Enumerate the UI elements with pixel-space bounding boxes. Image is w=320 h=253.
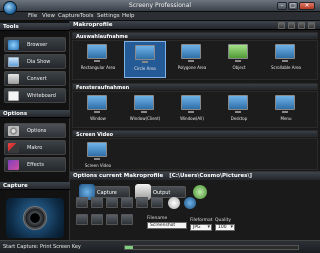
sidebar-item-makro[interactable]: Makro [4, 140, 66, 155]
desktop-mode-icon[interactable] [121, 197, 133, 208]
tile-scrollable-area[interactable]: Scrollable Area [265, 41, 307, 78]
app-window: Screeny Professional – □ ✕ File View Cap… [0, 0, 320, 253]
menu-file[interactable]: File [28, 13, 37, 19]
globe-icon[interactable] [184, 197, 196, 209]
options-header: Options [0, 110, 70, 118]
output-path: [C:\Users\Cosmo\Pictures\] [169, 173, 252, 179]
add-output-icon[interactable] [193, 185, 207, 199]
close-button[interactable]: ✕ [299, 2, 315, 10]
save-icon[interactable] [298, 22, 305, 29]
title-bar[interactable]: Screeny Professional – □ ✕ [0, 0, 320, 12]
menu-settings[interactable]: Settings [97, 13, 120, 19]
group-selection: Rectangular Area Circle Area Polygone Ar… [72, 40, 318, 80]
options-icon [8, 126, 19, 136]
output-button[interactable]: Output [135, 184, 186, 200]
monitor-icon [275, 44, 295, 62]
video-icon[interactable] [151, 197, 163, 208]
print-icon[interactable] [121, 214, 133, 225]
minimize-button[interactable]: – [277, 2, 287, 10]
tile-window[interactable]: Window [77, 92, 119, 129]
monitor-icon [275, 95, 295, 113]
main-panel: Makroprofile Auswahlaufnahme Rectangular… [70, 21, 320, 171]
group-header-windows: Fensteraufnahmen [72, 83, 318, 91]
status-bar: Start Capture: Print Screen Key [0, 240, 320, 253]
convert-icon [8, 74, 19, 84]
group-header-selection: Auswahlaufnahme [72, 32, 318, 40]
ok-monitor-icon [228, 44, 248, 62]
fileformat-select[interactable]: JPG [190, 224, 212, 231]
monitor-icon [87, 95, 107, 113]
tile-polygone-area[interactable]: Polygone Area [171, 41, 213, 78]
tile-rectangular-area[interactable]: Rectangular Area [77, 41, 119, 78]
sidebar-item-effects[interactable]: Effects [4, 157, 66, 172]
capture-header: Capture [0, 182, 70, 190]
menu-tools[interactable]: Tools [80, 13, 94, 19]
maximize-button[interactable]: □ [288, 2, 298, 10]
sidebar-item-whiteboard[interactable]: Whiteboard [4, 88, 66, 103]
tile-circle-area[interactable]: Circle Area [124, 41, 166, 78]
capture-mode-icon[interactable] [76, 197, 88, 208]
tile-window-client[interactable]: Window(Client) [124, 92, 166, 129]
scrollbar[interactable] [124, 245, 299, 250]
menu-capture[interactable]: Capture [58, 13, 80, 19]
tile-desktop[interactable]: Desktop [218, 92, 260, 129]
scroll-thumb[interactable] [125, 246, 133, 249]
quality-select[interactable]: 100 [215, 224, 235, 231]
fileformat-label: Fileformat [190, 218, 213, 223]
format-icon[interactable] [76, 214, 88, 225]
macro-icon [8, 143, 19, 153]
menu-help[interactable]: Help [122, 13, 135, 19]
tile-object[interactable]: Object [218, 41, 260, 78]
menu-view[interactable]: View [42, 13, 55, 19]
tile-screen-video[interactable]: Screen Video [77, 139, 119, 169]
globe-icon [8, 40, 19, 50]
app-logo-icon[interactable] [3, 1, 17, 15]
tile-menu[interactable]: Menu [265, 92, 307, 129]
whiteboard-icon [8, 91, 19, 101]
delete-icon[interactable] [308, 22, 315, 29]
filename-field[interactable]: Screenshot [147, 222, 187, 229]
sidebar-item-options[interactable]: Options [4, 123, 66, 138]
tools-header: Tools [0, 23, 70, 31]
monitor-icon [134, 95, 154, 113]
sidebar-item-convert[interactable]: Convert [4, 71, 66, 86]
group-video: Screen Video [72, 138, 318, 170]
quality-label: Quality [215, 218, 232, 223]
window-mode-icon[interactable] [91, 197, 103, 208]
region-mode-icon[interactable] [106, 197, 118, 208]
sidebar-item-dia-show[interactable]: Dia Show [4, 54, 66, 69]
capture-camera-icon[interactable] [6, 198, 64, 238]
status-text: Start Capture: Print Screen Key [3, 244, 81, 250]
folder-icon[interactable] [106, 214, 118, 225]
monitor-icon [87, 44, 107, 62]
sidebar-item-browser[interactable]: Browser [4, 37, 66, 52]
menu-bar: File View Capture Tools Settings Help [0, 12, 320, 21]
options-header: Options current Makroprofile [C:\Users\C… [70, 172, 320, 180]
effects-icon [8, 160, 19, 170]
group-header-video: Screen Video [72, 130, 318, 138]
window-title: Screeny Professional [128, 2, 192, 9]
monitor-icon [228, 95, 248, 113]
main-title: Makroprofile [73, 22, 113, 28]
image-icon[interactable] [136, 197, 148, 208]
settings-icon[interactable] [288, 22, 295, 29]
tile-window-all[interactable]: Window(All) [171, 92, 213, 129]
monitor-icon [87, 142, 107, 160]
camera-lens-icon [23, 206, 47, 230]
clock-icon[interactable] [168, 197, 180, 209]
slideshow-icon [8, 57, 19, 67]
main-header: Makroprofile [70, 21, 320, 30]
monitor-icon [181, 44, 201, 62]
edit-icon[interactable] [91, 214, 103, 225]
monitor-icon [135, 45, 155, 63]
group-windows: Window Window(Client) Window(All) Deskto… [72, 91, 318, 128]
monitor-icon [181, 95, 201, 113]
filename-label: Filename [147, 216, 168, 221]
new-profile-icon[interactable] [278, 22, 285, 29]
